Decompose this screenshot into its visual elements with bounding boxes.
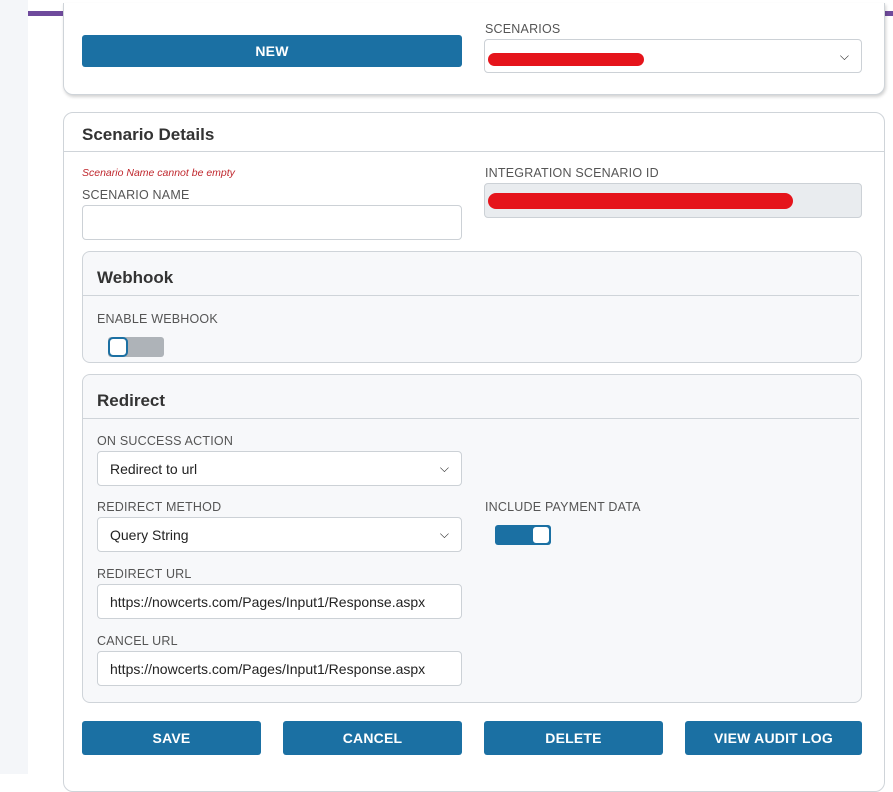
chevron-down-icon: ⌵ [839,48,849,63]
scenarios-label: SCENARIOS [485,22,561,36]
toggle-knob [108,337,128,357]
redirect-url-input[interactable]: https://nowcerts.com/Pages/Input1/Respon… [97,584,462,619]
left-gutter [0,0,28,774]
toggle-knob [531,525,551,545]
include-payment-data-label: INCLUDE PAYMENT DATA [485,500,641,514]
enable-webhook-toggle[interactable] [108,337,164,357]
section-divider [83,418,859,419]
webhook-panel [82,251,862,363]
delete-button[interactable]: DELETE [484,721,663,755]
redirect-method-value: Query String [110,526,189,543]
section-title-redirect: Redirect [97,391,166,410]
redirect-url-label: REDIRECT URL [97,567,192,581]
scenario-name-input[interactable] [82,205,462,240]
view-audit-log-button[interactable]: VIEW AUDIT LOG [685,721,862,755]
on-success-action-select[interactable]: Redirect to url ⌵ [97,451,462,486]
on-success-action-label: ON SUCCESS ACTION [97,434,234,448]
scenario-name-error: Scenario Name cannot be empty [82,167,235,179]
new-button[interactable]: NEW [82,35,462,67]
include-payment-data-toggle[interactable] [495,525,551,545]
redaction-mark [488,193,793,209]
section-divider [83,295,859,296]
integration-id-label: INTEGRATION SCENARIO ID [485,166,659,180]
redaction-mark [488,53,644,66]
on-success-action-value: Redirect to url [110,460,198,477]
chevron-down-icon: ⌵ [439,527,449,541]
enable-webhook-label: ENABLE WEBHOOK [97,312,218,326]
scenario-name-label: SCENARIO NAME [82,188,190,202]
redirect-method-label: REDIRECT METHOD [97,500,222,514]
cancel-url-input[interactable]: https://nowcerts.com/Pages/Input1/Respon… [97,651,462,686]
section-divider [64,151,884,152]
cancel-button[interactable]: CANCEL [283,721,462,755]
section-title-webhook: Webhook [97,268,174,287]
redirect-method-select[interactable]: Query String ⌵ [97,517,462,552]
chevron-down-icon: ⌵ [439,461,449,475]
section-title-scenario-details: Scenario Details [82,125,215,144]
save-button[interactable]: SAVE [82,721,261,755]
cancel-url-label: CANCEL URL [97,634,178,648]
